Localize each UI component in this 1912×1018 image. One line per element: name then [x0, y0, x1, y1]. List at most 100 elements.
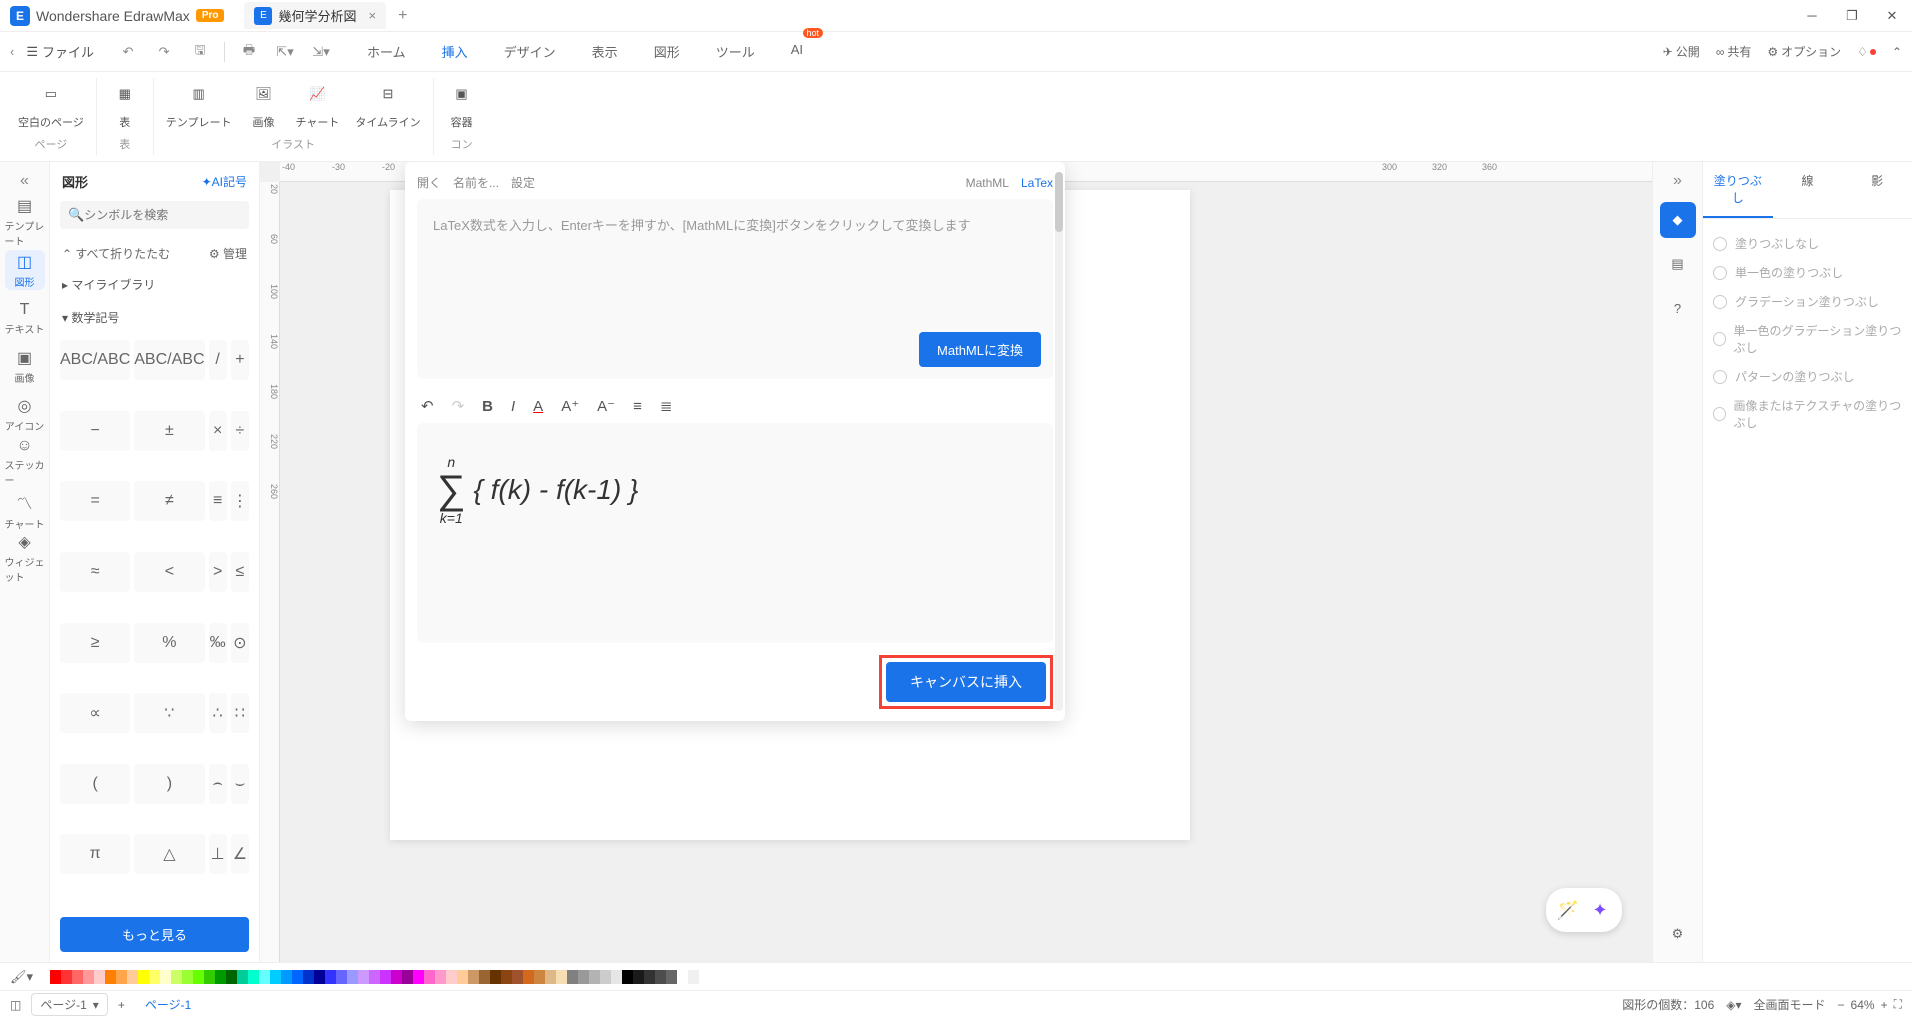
color-swatch[interactable] [171, 970, 182, 984]
color-swatch[interactable] [336, 970, 347, 984]
color-swatch[interactable] [578, 970, 589, 984]
shape-symbol[interactable]: = [60, 481, 130, 521]
sparkle-button[interactable]: ✦ [1584, 894, 1616, 926]
align-left-icon[interactable]: ≡ [633, 398, 642, 415]
fill-pattern[interactable]: パターンの塗りつぶし [1713, 362, 1902, 391]
sidebar-toggle-icon[interactable]: ◫ [10, 998, 21, 1012]
color-swatch[interactable] [446, 970, 457, 984]
color-swatch[interactable] [589, 970, 600, 984]
back-button[interactable]: ‹ [10, 44, 14, 59]
rnav-settings[interactable]: ⚙ [1660, 916, 1696, 952]
import-button[interactable]: ⇲▾ [307, 38, 335, 66]
save-button[interactable]: 🖫 [186, 38, 214, 66]
zoom-in-button[interactable]: + [1881, 998, 1888, 1012]
publish-button[interactable]: ✈公開 [1663, 43, 1700, 60]
color-swatch[interactable] [633, 970, 644, 984]
insert-canvas-button[interactable]: キャンバスに挿入 [886, 662, 1046, 702]
search-box[interactable]: 🔍 [60, 201, 249, 229]
layers-icon[interactable]: ◈▾ [1726, 998, 1741, 1012]
fill-texture[interactable]: 画像またはテクスチャの塗りつぶし [1713, 391, 1902, 437]
tab-shadow[interactable]: 影 [1842, 162, 1912, 218]
shape-symbol[interactable]: ≠ [134, 481, 204, 521]
color-swatch[interactable] [358, 970, 369, 984]
color-swatch[interactable] [369, 970, 380, 984]
collapse-left-button[interactable]: « [20, 172, 29, 190]
shape-symbol[interactable]: − [60, 411, 130, 451]
shape-symbol[interactable]: ≡ [209, 481, 227, 521]
color-swatch[interactable] [303, 970, 314, 984]
print-button[interactable]: 🖶 [235, 38, 263, 66]
shape-symbol[interactable]: ≥ [60, 623, 130, 663]
color-swatch[interactable] [512, 970, 523, 984]
color-swatch[interactable] [622, 970, 633, 984]
shape-symbol[interactable]: ∷ [231, 693, 249, 733]
color-swatch[interactable] [138, 970, 149, 984]
color-swatch[interactable] [193, 970, 204, 984]
shape-symbol[interactable]: ∠ [231, 834, 249, 874]
tab-tool[interactable]: ツール [708, 38, 763, 65]
shape-symbol[interactable]: ) [134, 764, 204, 804]
color-swatch[interactable] [534, 970, 545, 984]
file-menu[interactable]: ☰ ファイル [26, 42, 94, 61]
tab-line[interactable]: 線 [1773, 162, 1843, 218]
color-swatch[interactable] [468, 970, 479, 984]
color-swatch[interactable] [600, 970, 611, 984]
zoom-out-button[interactable]: − [1838, 998, 1845, 1012]
font-decrease-icon[interactable]: A⁻ [597, 397, 615, 415]
color-swatch[interactable] [567, 970, 578, 984]
tab-fill[interactable]: 塗りつぶし [1703, 162, 1773, 218]
export-button[interactable]: ⇱▾ [271, 38, 299, 66]
color-swatch[interactable] [182, 970, 193, 984]
color-swatch[interactable] [688, 970, 699, 984]
canvas-area[interactable]: -40-30-20-100300320360 20601001401802202… [260, 162, 1652, 962]
color-swatch[interactable] [204, 970, 215, 984]
maximize-button[interactable]: ❐ [1832, 0, 1872, 32]
color-swatch[interactable] [435, 970, 446, 984]
add-page-button[interactable]: + [118, 998, 125, 1012]
shape-symbol[interactable]: + [231, 340, 249, 380]
image-button[interactable]: 🖼画像 [247, 78, 279, 130]
nav-widget[interactable]: ◈ウィジェット [5, 538, 45, 578]
color-swatch[interactable] [215, 970, 226, 984]
color-swatch[interactable] [413, 970, 424, 984]
font-increase-icon[interactable]: A⁺ [561, 397, 579, 415]
page-tab[interactable]: ページ-1 [145, 996, 191, 1013]
fill-solid[interactable]: 単一色の塗りつぶし [1713, 258, 1902, 287]
more-button[interactable]: もっと見る [60, 917, 249, 952]
color-swatch[interactable] [402, 970, 413, 984]
dropper-icon[interactable]: 🖌▾ [10, 969, 33, 985]
color-swatch[interactable] [666, 970, 677, 984]
tab-mathml[interactable]: MathML [966, 176, 1009, 190]
blank-page-button[interactable]: ▭ 空白のページ [18, 78, 84, 130]
template-button[interactable]: ▥テンプレート [166, 78, 232, 130]
container-button[interactable]: ▣容器 [446, 78, 478, 130]
nav-template[interactable]: ▤テンプレート [5, 202, 45, 242]
redo-icon[interactable]: ↷ [452, 397, 465, 415]
shape-symbol[interactable]: > [209, 552, 227, 592]
color-swatch[interactable] [490, 970, 501, 984]
collapse-right-button[interactable]: » [1673, 172, 1682, 190]
color-swatch[interactable] [655, 970, 666, 984]
shape-symbol[interactable]: ∵ [134, 693, 204, 733]
shape-symbol[interactable]: ≤ [231, 552, 249, 592]
color-swatch[interactable] [325, 970, 336, 984]
color-swatch[interactable] [127, 970, 138, 984]
chart-button[interactable]: 📈チャート [295, 78, 339, 130]
color-swatch[interactable] [501, 970, 512, 984]
section-my-library[interactable]: ▸ マイライブラリ [50, 268, 259, 301]
shape-symbol[interactable]: ABC/ABC [60, 340, 130, 380]
color-swatch[interactable] [72, 970, 83, 984]
color-swatch[interactable] [314, 970, 325, 984]
share-button[interactable]: ∞共有 [1716, 43, 1752, 60]
section-math[interactable]: ▾ 数学記号 [50, 301, 259, 334]
color-swatch[interactable] [556, 970, 567, 984]
color-swatch[interactable] [292, 970, 303, 984]
color-swatch[interactable] [61, 970, 72, 984]
minimize-button[interactable]: ─ [1792, 0, 1832, 32]
align-center-icon[interactable]: ≣ [660, 397, 673, 415]
ai-symbol-button[interactable]: ✦ AI記号 [202, 173, 247, 190]
shape-symbol[interactable]: / [209, 340, 227, 380]
shape-symbol[interactable]: ⋮ [231, 481, 249, 521]
shape-symbol[interactable]: △ [134, 834, 204, 874]
collapse-ribbon-button[interactable]: ⌃ [1892, 45, 1902, 59]
